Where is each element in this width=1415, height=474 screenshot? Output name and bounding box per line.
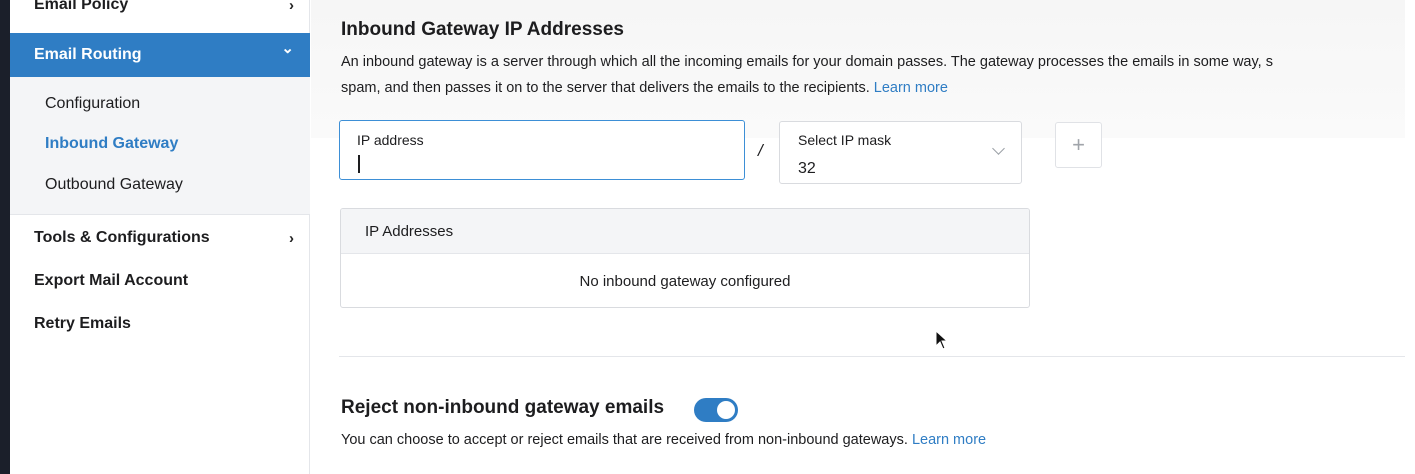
description-line-2: spam, and then passes it on to the serve… bbox=[341, 75, 1405, 101]
reject-section-title: Reject non-inbound gateway emails bbox=[341, 397, 665, 418]
description-text: spam, and then passes it on to the serve… bbox=[341, 80, 870, 96]
chevron-down-icon bbox=[992, 142, 1005, 155]
inbound-gateway-panel: Inbound Gateway IP Addresses An inbound … bbox=[311, 0, 1415, 474]
chevron-right-icon: › bbox=[289, 0, 294, 14]
app-left-rail bbox=[0, 0, 10, 474]
page-description: An inbound gateway is a server through w… bbox=[341, 49, 1405, 101]
ip-mask-value: 32 bbox=[798, 160, 816, 177]
page-title: Inbound Gateway IP Addresses bbox=[341, 19, 624, 40]
settings-sidebar: Email Policy › Email Routing ⌄ Configura… bbox=[10, 0, 310, 474]
ip-address-label: IP address bbox=[357, 132, 424, 148]
reject-learn-more-link[interactable]: Learn more bbox=[912, 432, 986, 448]
sidebar-item-label: Tools & Configurations bbox=[34, 229, 210, 246]
reject-section-description: You can choose to accept or reject email… bbox=[341, 432, 986, 448]
sidebar-item-email-routing[interactable]: Email Routing ⌄ bbox=[10, 33, 310, 77]
description-line: An inbound gateway is a server through w… bbox=[341, 54, 1273, 70]
sidebar-item-export-mail-account[interactable]: Export Mail Account bbox=[10, 265, 310, 297]
text-caret bbox=[358, 155, 360, 173]
sidebar-item-inbound-gateway[interactable]: Inbound Gateway bbox=[45, 135, 178, 153]
sidebar-item-tools-configurations[interactable]: Tools & Configurations › bbox=[10, 222, 310, 254]
plus-icon: + bbox=[1072, 132, 1085, 157]
ip-mask-select[interactable]: Select IP mask 32 bbox=[779, 121, 1022, 184]
toggle-knob bbox=[717, 401, 735, 419]
sidebar-item-label: Email Routing bbox=[34, 46, 142, 63]
learn-more-link[interactable]: Learn more bbox=[874, 80, 948, 96]
sidebar-item-configuration[interactable]: Configuration bbox=[45, 95, 140, 113]
table-header: IP Addresses bbox=[341, 209, 1029, 254]
reject-toggle[interactable] bbox=[694, 398, 738, 422]
ip-address-field[interactable]: IP address bbox=[339, 120, 745, 180]
sidebar-item-label: Email Policy bbox=[34, 0, 129, 13]
reject-description-text: You can choose to accept or reject email… bbox=[341, 432, 908, 448]
ip-mask-label: Select IP mask bbox=[798, 132, 892, 148]
ip-addresses-table: IP Addresses No inbound gateway configur… bbox=[340, 208, 1030, 308]
chevron-right-icon: › bbox=[289, 229, 294, 247]
sidebar-item-email-policy[interactable]: Email Policy › bbox=[10, 0, 310, 20]
mouse-pointer-icon bbox=[935, 330, 949, 350]
sidebar-item-outbound-gateway[interactable]: Outbound Gateway bbox=[45, 176, 183, 194]
sidebar-item-retry-emails[interactable]: Retry Emails bbox=[10, 308, 310, 340]
sidebar-item-label: Export Mail Account bbox=[34, 272, 189, 289]
section-divider bbox=[339, 356, 1405, 357]
add-ip-button[interactable]: + bbox=[1055, 122, 1102, 168]
sidebar-item-label: Retry Emails bbox=[34, 315, 131, 332]
email-routing-submenu: Configuration Inbound Gateway Outbound G… bbox=[10, 77, 310, 215]
table-empty-state: No inbound gateway configured bbox=[579, 272, 791, 290]
mask-separator: / bbox=[758, 141, 763, 160]
chevron-down-icon: ⌄ bbox=[281, 40, 294, 57]
